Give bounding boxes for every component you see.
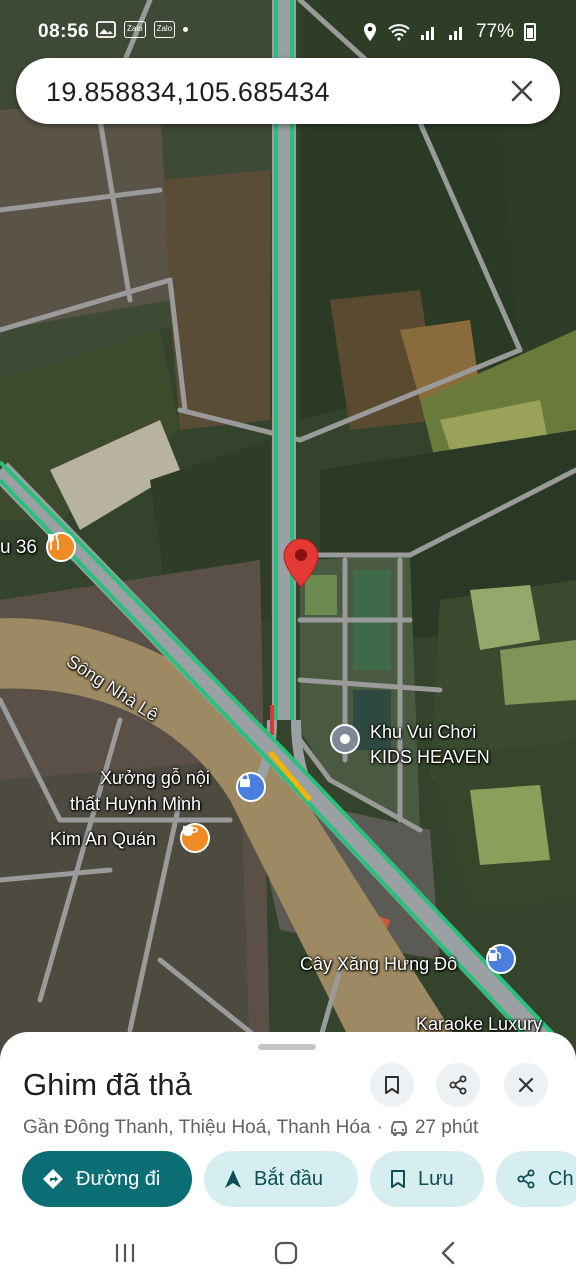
map-label-cay-xang[interactable]: Cây Xăng Hưng Đô <box>300 954 457 974</box>
signal-icon <box>420 27 434 40</box>
navigation-arrow-icon <box>225 1170 241 1188</box>
search-bar[interactable]: 19.858834,105.685434 <box>16 58 560 124</box>
close-sheet-button[interactable] <box>504 1063 548 1107</box>
satellite-map[interactable]: u 36 Sông Nhà Lê Khu Vui Chơi KIDS HEAVE… <box>0 0 576 1060</box>
dropped-pin-icon[interactable] <box>283 538 319 588</box>
system-nav-bar <box>0 1227 576 1280</box>
cafe-icon[interactable] <box>180 823 210 853</box>
back-icon[interactable] <box>440 1241 456 1265</box>
place-title: Ghim đã thả <box>23 1067 192 1102</box>
directions-icon <box>43 1169 63 1189</box>
location-icon <box>363 23 376 41</box>
map-label-restaurant[interactable]: u 36 <box>0 538 37 558</box>
map-canvas <box>0 0 576 1060</box>
status-time: 08:56 <box>38 21 90 42</box>
bookmark-icon <box>391 1170 405 1188</box>
more-notifications-dot <box>183 27 189 32</box>
image-icon <box>96 21 116 38</box>
zalo-icon: Zalo <box>153 21 176 38</box>
wifi-icon <box>388 24 410 41</box>
place-icon[interactable] <box>330 724 360 754</box>
battery-icon <box>524 23 536 41</box>
recent-apps-icon[interactable] <box>113 1242 137 1264</box>
close-icon <box>511 80 533 102</box>
battery-percent: 77% <box>475 21 514 42</box>
map-label-xuong-go-1[interactable]: Xưởng gỗ nội <box>100 768 210 788</box>
gas-station-icon[interactable] <box>486 944 516 974</box>
notification-icons: Zalo Zalo <box>96 21 189 38</box>
map-label-karaoke[interactable]: Karaoke Luxury <box>416 1014 542 1034</box>
search-input[interactable]: 19.858834,105.685434 <box>46 77 330 108</box>
drive-time: 27 phút <box>414 1117 479 1138</box>
map-label-kids-heaven-2[interactable]: KIDS HEAVEN <box>370 747 490 767</box>
share-icon <box>449 1075 467 1095</box>
share-button[interactable]: Ch <box>496 1151 576 1207</box>
start-button[interactable]: Bắt đầu <box>204 1151 358 1207</box>
shopping-bag-icon[interactable] <box>236 772 266 802</box>
directions-label: Đường đi <box>76 1167 161 1190</box>
share-label: Ch <box>548 1167 574 1190</box>
system-icons: 77% <box>362 21 536 43</box>
save-icon-button[interactable] <box>370 1063 414 1107</box>
directions-button[interactable]: Đường đi <box>22 1151 192 1207</box>
drag-handle[interactable] <box>258 1044 316 1050</box>
save-label: Lưu <box>418 1167 454 1190</box>
zalo-icon: Zalo <box>124 21 146 38</box>
share-icon <box>517 1169 535 1189</box>
place-sheet[interactable]: Ghim đã thả Gần Đông Thanh, Thiệu Hoá, T… <box>0 1032 576 1280</box>
place-location: Gần Đông Thanh, Thiệu Hoá, Thanh Hóa <box>23 1117 371 1138</box>
bookmark-icon <box>385 1076 399 1094</box>
start-label: Bắt đầu <box>254 1167 323 1190</box>
status-bar: 08:56 Zalo Zalo 77% <box>0 0 576 60</box>
separator: · <box>376 1117 383 1138</box>
save-button[interactable]: Lưu <box>370 1151 484 1207</box>
map-label-kim-an[interactable]: Kim An Quán <box>50 829 156 849</box>
map-label-kids-heaven-1[interactable]: Khu Vui Chơi <box>370 722 476 742</box>
action-chips: Đường đi Bắt đầu Lưu Ch <box>22 1151 576 1207</box>
car-icon <box>391 1121 407 1136</box>
close-icon <box>518 1077 534 1093</box>
signal-icon-2 <box>448 27 462 40</box>
home-icon[interactable] <box>274 1241 298 1265</box>
maps-screen: u 36 Sông Nhà Lê Khu Vui Chơi KIDS HEAVE… <box>0 0 576 1280</box>
restaurant-icon[interactable] <box>46 532 76 562</box>
clear-search-button[interactable] <box>502 71 542 111</box>
place-subtitle: Gần Đông Thanh, Thiệu Hoá, Thanh Hóa · 2… <box>23 1117 478 1139</box>
map-label-xuong-go-2[interactable]: thất Huỳnh Minh <box>70 794 201 814</box>
share-icon-button[interactable] <box>436 1063 480 1107</box>
